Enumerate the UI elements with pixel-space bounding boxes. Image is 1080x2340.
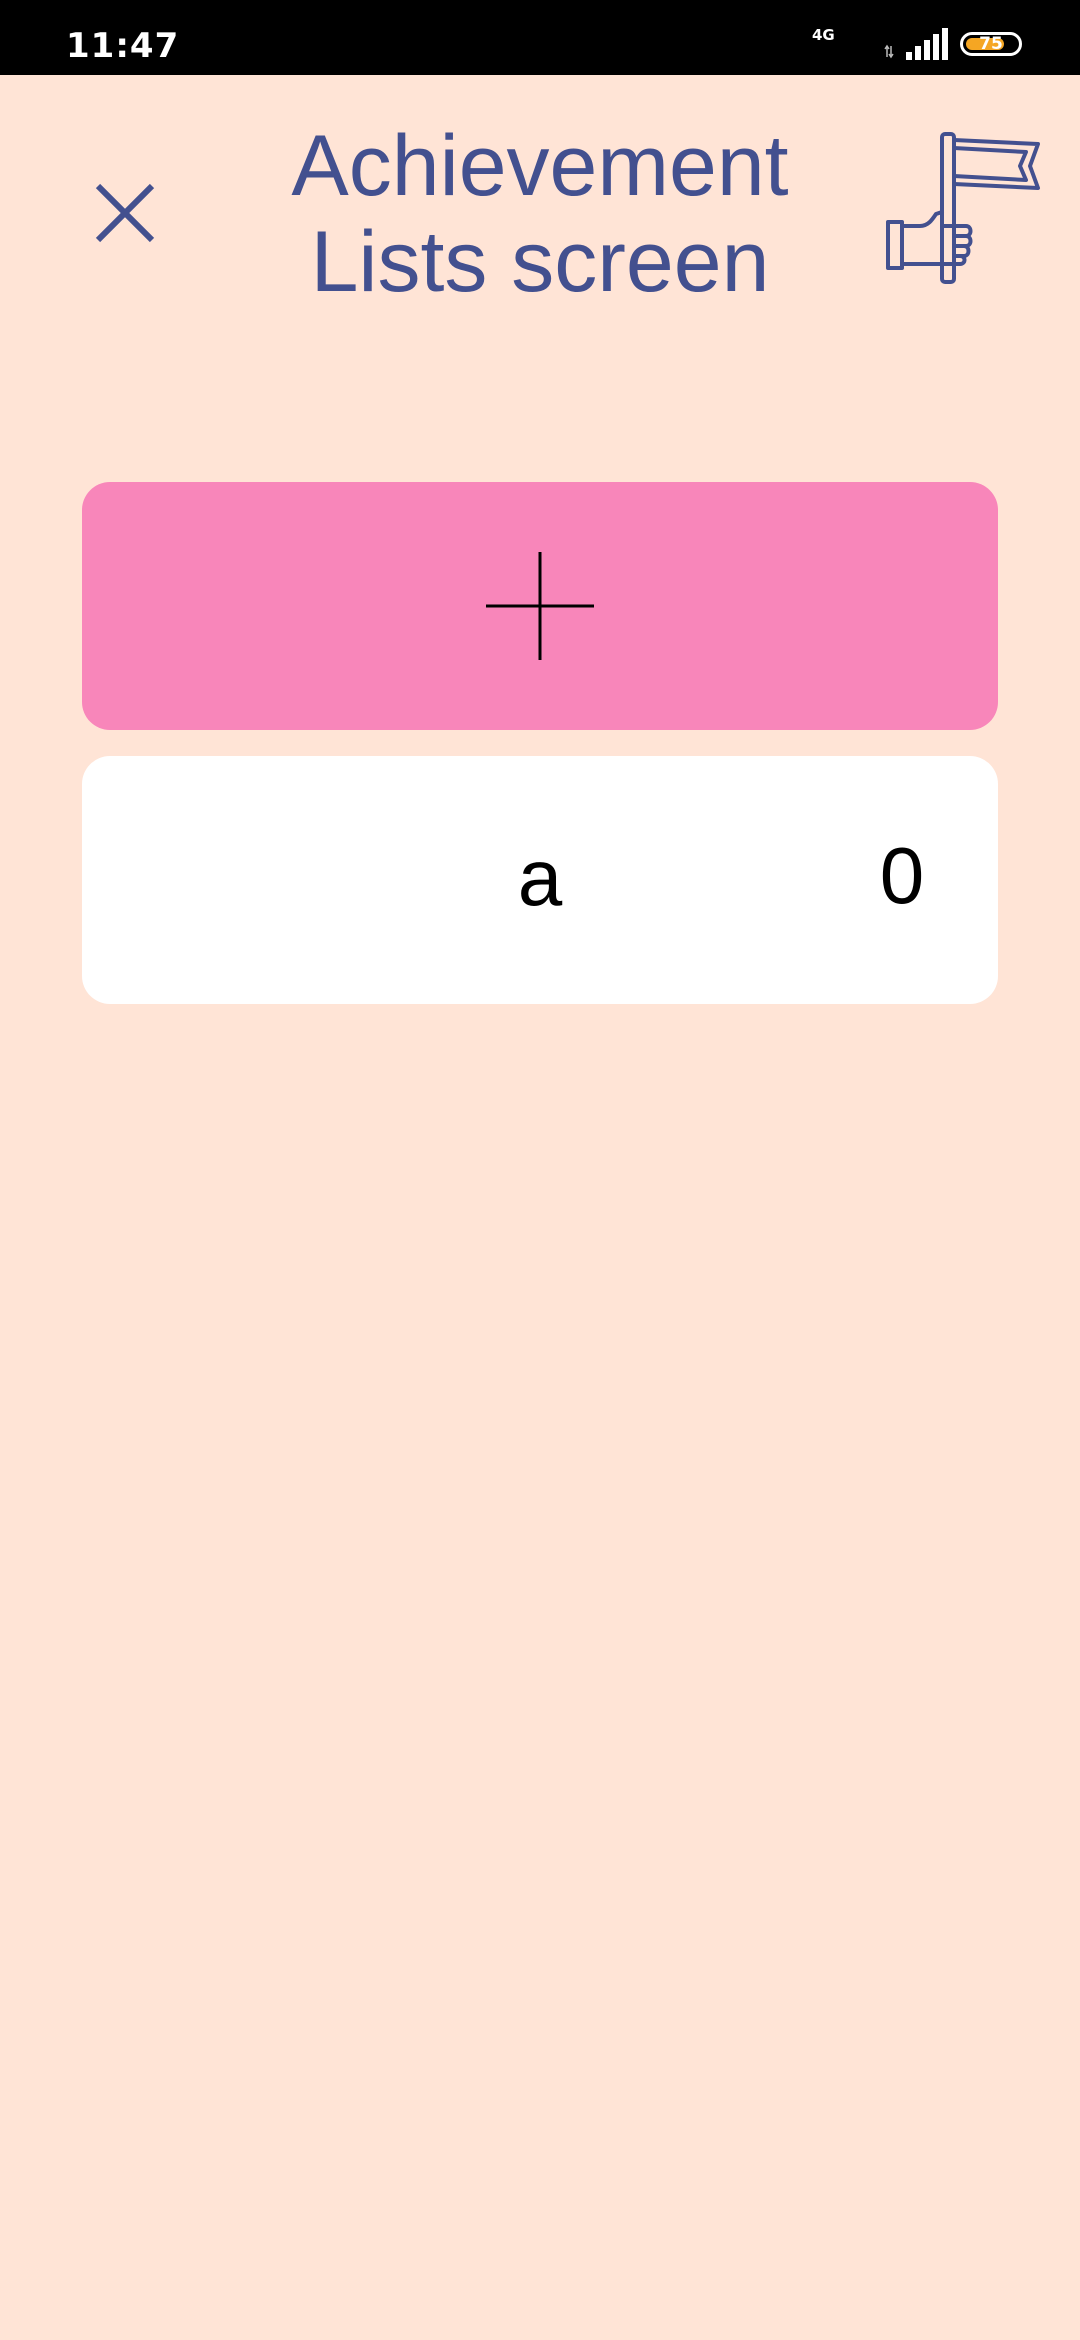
close-icon — [95, 183, 155, 243]
page-title-line-2: Lists screen — [310, 214, 770, 310]
list-item-count: 0 — [879, 831, 925, 920]
hand-holding-flag-icon — [886, 132, 1040, 284]
signal-icon — [906, 28, 948, 60]
list-item[interactable]: a 0 — [82, 756, 998, 1004]
close-button[interactable] — [82, 170, 168, 256]
battery-indicator: 75 — [960, 32, 1022, 56]
page-title: Achievement Lists screen — [230, 118, 850, 310]
network-type-label: 4G — [812, 26, 835, 44]
page-title-line-1: Achievement — [291, 118, 789, 214]
data-arrows-icon — [884, 44, 894, 59]
achievements-flag-button[interactable] — [880, 126, 1050, 286]
add-list-button[interactable] — [82, 482, 998, 730]
status-icons: 4G 75 — [812, 24, 1022, 64]
status-time: 11:47 — [66, 26, 180, 66]
plus-icon — [486, 552, 594, 660]
battery-percent: 75 — [979, 34, 1003, 54]
status-bar: 11:47 4G 75 — [0, 0, 1080, 75]
